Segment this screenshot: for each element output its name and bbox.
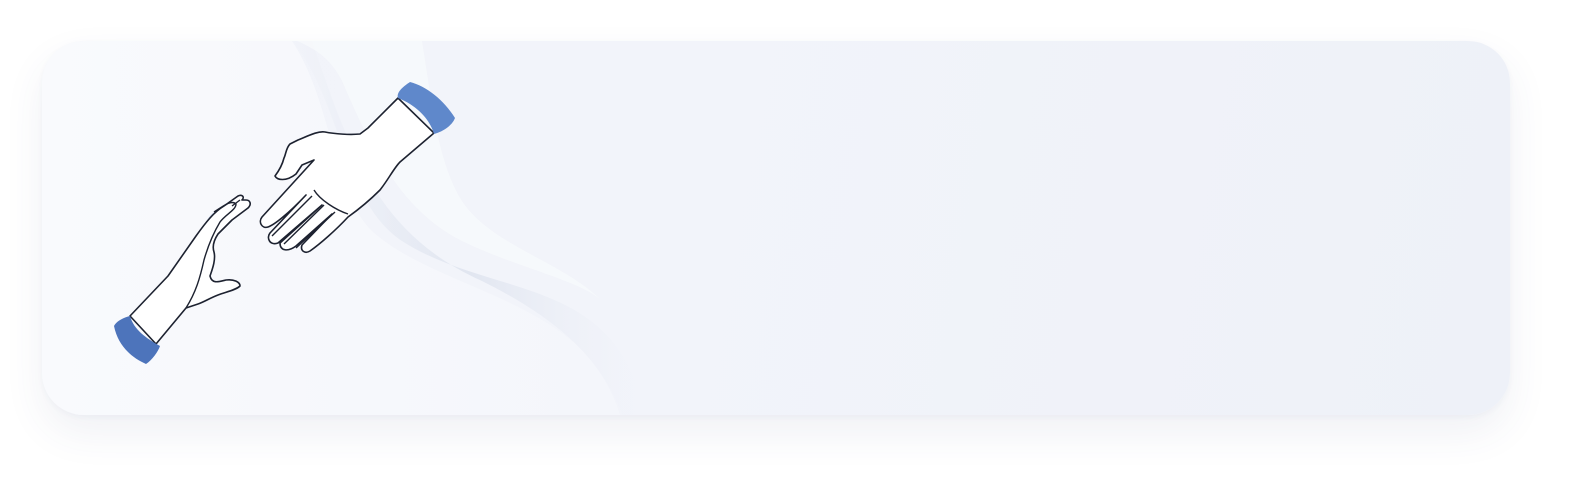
wave-background bbox=[42, 41, 646, 415]
banner-stage bbox=[0, 0, 1584, 494]
banner-card bbox=[42, 41, 1510, 415]
